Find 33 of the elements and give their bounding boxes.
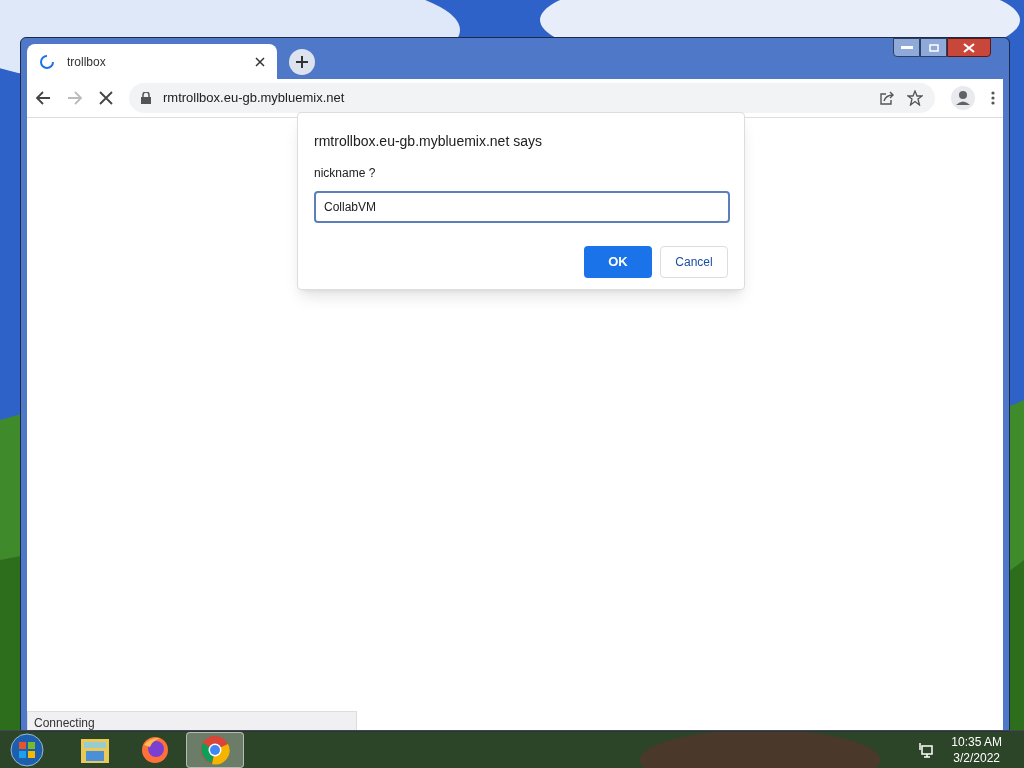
tab-title: trollbox: [67, 53, 107, 71]
nickname-field[interactable]: CollabVM: [314, 191, 730, 223]
close-icon: [963, 42, 975, 53]
minimize-icon: [900, 45, 913, 50]
menu-icon[interactable]: [991, 91, 995, 105]
minimize-button[interactable]: [893, 38, 920, 57]
cancel-button[interactable]: Cancel: [660, 246, 728, 278]
chrome-icon: [200, 734, 230, 765]
dialog-message: nickname ?: [314, 165, 377, 182]
clock-date[interactable]: 3/2/2022: [953, 749, 1000, 766]
maximize-icon: [928, 43, 939, 52]
lock-icon: [141, 92, 151, 104]
maximize-button[interactable]: [920, 38, 947, 57]
clock-time[interactable]: 10:35 AM: [951, 733, 1002, 750]
back-icon[interactable]: [35, 90, 51, 106]
url-text: rmtrollbox.eu-gb.mybluemix.net: [163, 89, 346, 108]
firefox-icon: [140, 734, 170, 765]
taskbar-app-button[interactable]: [186, 731, 244, 768]
profile-icon[interactable]: [951, 86, 975, 110]
star-icon[interactable]: [907, 90, 923, 106]
close-button[interactable]: [947, 38, 991, 57]
dialog-title: rmtrollbox.eu-gb.mybluemix.net says: [314, 132, 543, 151]
plus-icon: [295, 55, 309, 69]
browser-tab[interactable]: trollbox: [27, 44, 277, 79]
share-icon[interactable]: [880, 91, 895, 105]
new-tab-button[interactable]: [289, 49, 315, 75]
status-bubble: Connecting: [27, 711, 357, 731]
network-icon[interactable]: [917, 741, 934, 758]
stop-icon[interactable]: [99, 91, 113, 105]
start-button[interactable]: [8, 731, 46, 768]
close-icon[interactable]: [255, 56, 265, 67]
ok-button[interactable]: OK: [584, 246, 652, 278]
address-bar[interactable]: rmtrollbox.eu-gb.mybluemix.net: [129, 83, 935, 113]
